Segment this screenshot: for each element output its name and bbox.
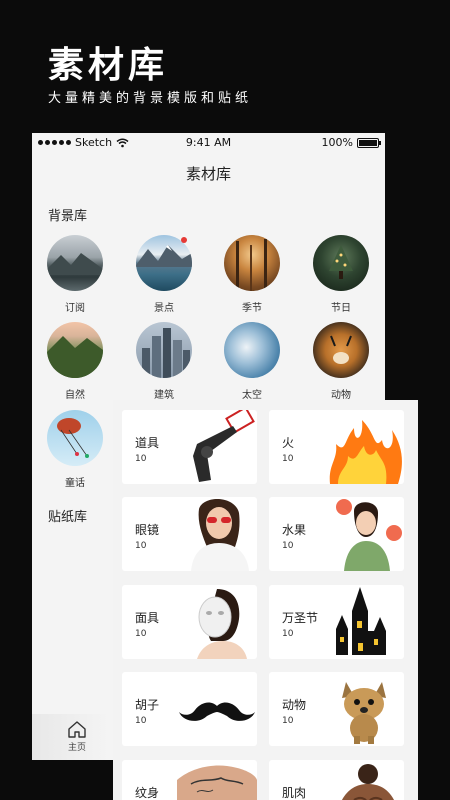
glasses-icon — [191, 498, 249, 571]
category-label: 自然 — [65, 390, 85, 401]
category-label: 订阅 — [65, 303, 85, 314]
sky-clouds-thumbnail — [224, 322, 280, 378]
fruit-icon — [336, 499, 402, 571]
sticker-card-mask[interactable]: 面具 10 — [122, 585, 257, 659]
status-bar: Sketch 9:41 AM 100% — [32, 133, 385, 153]
mountain-lake-thumbnail — [47, 235, 103, 291]
fairytale-swing-thumbnail — [47, 410, 103, 466]
sticker-card-fire[interactable]: 火 10 — [269, 410, 404, 484]
category-label: 景点 — [154, 303, 174, 314]
fire-icon — [329, 420, 402, 484]
category-nature[interactable]: 自然 — [40, 322, 110, 401]
festival-tree-thumbnail — [313, 235, 369, 291]
sticker-card-glasses[interactable]: 眼镜 10 — [122, 497, 257, 571]
autumn-forest-thumbnail — [224, 235, 280, 291]
sticker-name: 动物 — [282, 698, 307, 712]
home-icon — [68, 721, 86, 738]
tab-home[interactable]: 主页 — [32, 714, 122, 760]
muscle-icon — [342, 764, 394, 800]
sticker-count: 10 — [135, 541, 147, 551]
sticker-section-title: 贴纸库 — [48, 510, 88, 525]
category-label: 节日 — [331, 303, 351, 314]
sticker-count: 10 — [282, 454, 294, 464]
sticker-count: 10 — [282, 629, 294, 639]
sticker-name: 肌肉 — [282, 786, 307, 800]
sticker-name: 万圣节 — [282, 611, 319, 625]
category-scenic[interactable]: 景点 — [129, 235, 199, 314]
sticker-count: 10 — [135, 629, 147, 639]
sticker-name: 面具 — [135, 611, 160, 625]
sticker-card-tattoo[interactable]: 纹身 — [122, 760, 257, 800]
mask-icon — [197, 589, 247, 659]
sticker-count: 10 — [282, 541, 294, 551]
tab-home-label: 主页 — [67, 743, 86, 753]
category-label: 季节 — [242, 303, 262, 314]
nature-mountain-thumbnail — [47, 322, 103, 378]
dog-icon — [342, 682, 386, 744]
category-label: 童话 — [65, 478, 85, 489]
sticker-card-props[interactable]: 道具 10 — [122, 410, 257, 484]
battery-icon — [357, 137, 381, 148]
category-architecture[interactable]: 建筑 — [129, 322, 199, 401]
scenic-lake-thumbnail — [136, 235, 192, 291]
sticker-card-fruit[interactable]: 水果 10 — [269, 497, 404, 571]
background-section-title: 背景库 — [48, 209, 88, 224]
sticker-name: 眼镜 — [135, 523, 160, 537]
category-festival[interactable]: 节日 — [306, 235, 376, 314]
sticker-card-halloween[interactable]: 万圣节 10 — [269, 585, 404, 659]
sticker-name: 水果 — [282, 523, 307, 537]
category-animal[interactable]: 动物 — [306, 322, 376, 401]
hero-subtitle: 大量精美的背景模版和贴纸 — [48, 91, 253, 106]
sticker-count: 10 — [135, 716, 147, 726]
page-title: 素材库 — [185, 165, 231, 183]
category-subscribe[interactable]: 订阅 — [40, 235, 110, 314]
gun-prop-icon — [193, 410, 255, 482]
category-label: 建筑 — [154, 390, 174, 401]
city-buildings-thumbnail — [136, 322, 192, 378]
sticker-name: 道具 — [135, 436, 160, 450]
mustache-icon — [179, 702, 255, 721]
category-label: 动物 — [331, 390, 351, 401]
tiger-thumbnail — [313, 322, 369, 378]
halloween-castle-icon — [336, 587, 386, 655]
sticker-card-muscle[interactable]: 肌肉 — [269, 760, 404, 800]
sticker-name: 纹身 — [135, 786, 160, 800]
sticker-card-mustache[interactable]: 胡子 10 — [122, 672, 257, 746]
tattoo-icon — [177, 765, 257, 800]
sticker-count: 10 — [135, 454, 147, 464]
battery-percent: 100% — [321, 136, 353, 149]
sticker-count: 10 — [282, 716, 294, 726]
battery-group: 100% — [321, 136, 381, 149]
notification-badge — [181, 237, 187, 243]
category-season[interactable]: 季节 — [217, 235, 287, 314]
sticker-grid: 道具 10 火 10 眼镜 10 水果 10 面具 10 万圣节 10 胡子 1… — [113, 400, 418, 800]
sticker-name: 胡子 — [135, 698, 160, 712]
sticker-card-animal[interactable]: 动物 10 — [269, 672, 404, 746]
sticker-name: 火 — [282, 436, 295, 450]
hero-title: 素材库 — [48, 45, 169, 86]
category-label: 太空 — [242, 390, 262, 401]
category-space[interactable]: 太空 — [217, 322, 287, 401]
category-fairytale[interactable]: 童话 — [40, 410, 110, 489]
